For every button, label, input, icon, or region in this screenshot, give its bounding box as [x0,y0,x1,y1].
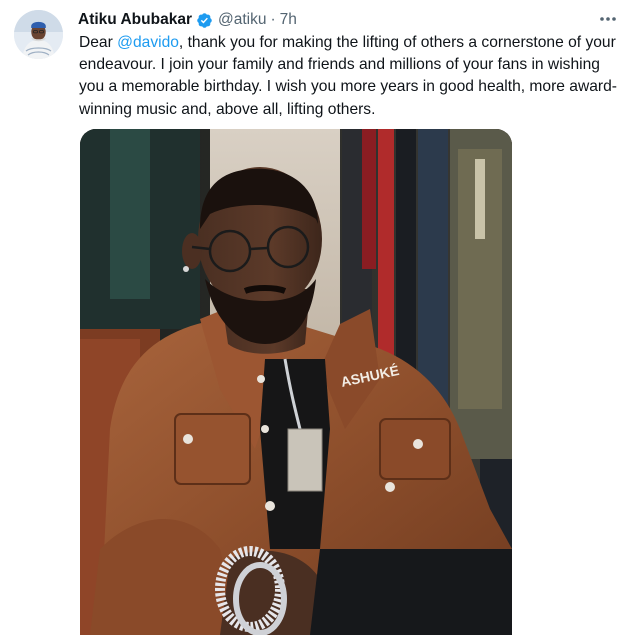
avatar-image [14,10,63,59]
verified-badge-icon [197,12,212,28]
author-handle[interactable]: @atiku [218,10,266,30]
mention-link[interactable]: @davido [117,34,179,51]
tweet-text-prefix: Dear [79,34,118,51]
tweet-card[interactable]: Atiku Abubakar @atiku · 7h Dear @davido,… [0,0,640,635]
more-options-icon[interactable] [598,12,618,26]
header-separator: · [270,11,276,28]
tweet-photo[interactable]: ASHUKÉ [80,129,512,635]
tweet-header: Atiku Abubakar @atiku · 7h [78,9,297,31]
photo-image: ASHUKÉ [80,129,512,635]
tweet-text: Dear @davido, thank you for making the l… [79,32,624,121]
author-name[interactable]: Atiku Abubakar [78,10,192,30]
tweet-timestamp[interactable]: 7h [280,10,297,30]
author-avatar[interactable] [14,10,63,59]
